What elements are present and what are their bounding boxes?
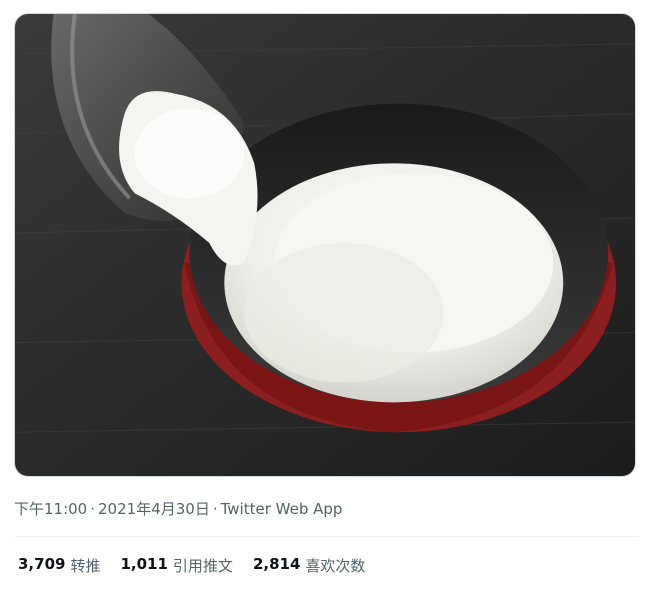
rice-bowl-image [15,14,635,476]
tweet-date[interactable]: 2021年4月30日 [98,500,210,518]
quote-tweets-label: 引用推文 [172,557,233,575]
tweet-time[interactable]: 下午11:00 [14,500,87,518]
likes-stat[interactable]: 2,814 喜欢次数 [253,555,365,576]
divider [14,536,638,537]
tweet-meta: 下午11:00 · 2021年4月30日 · Twitter Web App [14,498,342,519]
quote-tweets-count: 1,011 [120,555,168,573]
retweets-count: 3,709 [18,555,66,573]
retweets-label: 转推 [70,557,101,575]
tweet-source[interactable]: Twitter Web App [221,500,343,518]
tweet-photo[interactable] [14,13,636,477]
likes-label: 喜欢次数 [305,557,366,575]
quote-tweets-stat[interactable]: 1,011 引用推文 [120,555,232,576]
separator: · [90,500,96,518]
retweets-stat[interactable]: 3,709 转推 [18,555,100,576]
likes-count: 2,814 [252,555,301,573]
separator: · [212,500,218,518]
tweet-stats: 3,709 转推 1,011 引用推文 2,814 喜欢次数 [18,555,365,576]
